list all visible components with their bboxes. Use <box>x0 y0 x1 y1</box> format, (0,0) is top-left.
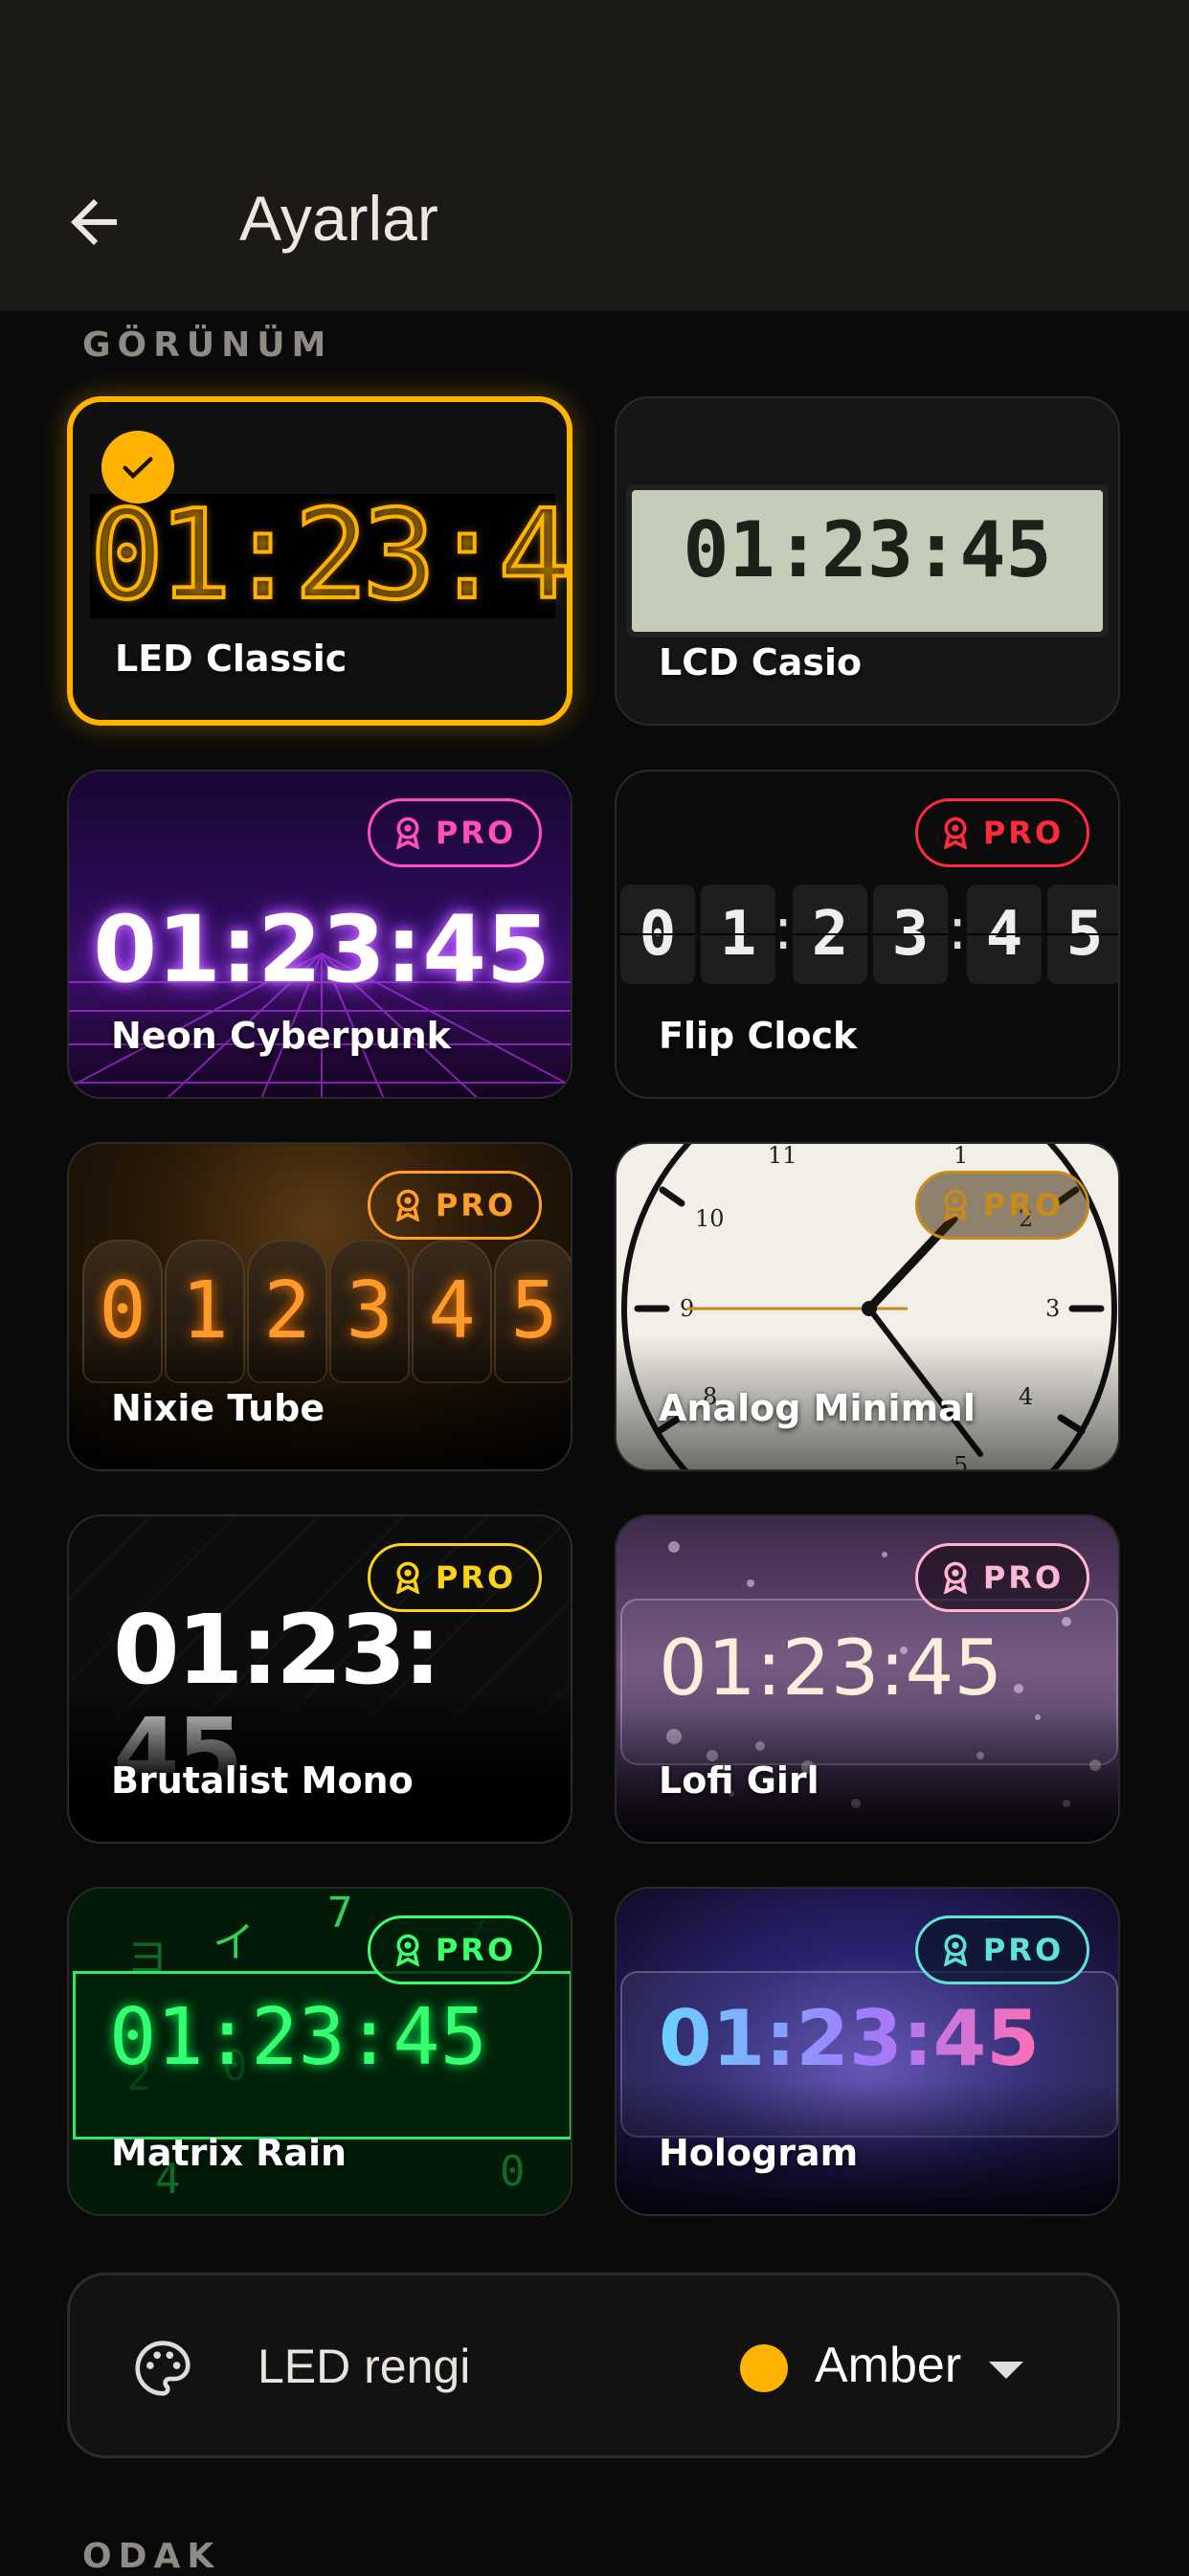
theme-card-brutalist-mono[interactable]: PRO 01:23: 45 Brutalist Mono <box>67 1514 572 1844</box>
theme-card-lcd-casio[interactable]: 01:23:45 LCD Casio <box>615 396 1120 726</box>
pro-text: PRO <box>435 1187 517 1223</box>
pro-text: PRO <box>982 815 1065 851</box>
lofi-time-display: 01:23:45 <box>659 1624 1003 1713</box>
dropdown-caret-icon[interactable] <box>989 2362 1023 2379</box>
award-icon <box>395 1561 419 1594</box>
color-swatch <box>740 2344 788 2392</box>
flip-digit: 3 <box>873 885 948 984</box>
selected-check-icon <box>101 431 174 504</box>
theme-card-label: LED Classic <box>115 638 348 680</box>
theme-card-hologram[interactable]: PRO 01:23:45 Hologram <box>615 1887 1120 2216</box>
theme-card-label: Brutalist Mono <box>111 1759 414 1802</box>
award-icon <box>395 1189 419 1221</box>
pro-badge: PRO <box>915 1171 1089 1240</box>
award-icon <box>395 817 419 849</box>
led-time-display: 01:23:45 <box>88 484 567 627</box>
theme-card-label: Lofi Girl <box>659 1759 819 1802</box>
palette-icon <box>135 2341 191 2396</box>
theme-card-analog-minimal[interactable]: 11 1 10 2 9 3 8 4 5 PRO Analog Minimal <box>615 1142 1120 1471</box>
flip-digit: 1 <box>701 885 775 984</box>
flip-digit: 0 <box>620 885 695 984</box>
theme-card-label: Matrix Rain <box>111 2132 348 2174</box>
flip-colon: : <box>774 896 794 963</box>
led-color-selector[interactable]: LED rengi Amber <box>67 2273 1120 2458</box>
pro-badge: PRO <box>368 1543 542 1612</box>
pro-text: PRO <box>435 1559 517 1596</box>
theme-card-label: LCD Casio <box>659 641 863 683</box>
pro-badge: PRO <box>915 1915 1089 1984</box>
matrix-glyph: イ <box>213 1918 255 1967</box>
pro-text: PRO <box>982 1187 1065 1223</box>
led-color-value[interactable]: Amber <box>815 2337 961 2394</box>
clock-number: 11 <box>768 1144 797 1169</box>
section-header-appearance: GÖRÜNÜM <box>82 325 333 365</box>
matrix-glyph: 0 <box>500 2147 526 2196</box>
lcd-time-display: 01:23:45 <box>683 505 1052 594</box>
award-icon <box>943 817 967 849</box>
theme-card-matrix-rain[interactable]: イ 7 ヨ ノ 2 0 4 0 PRO 01:23:45 Matrix Rain <box>67 1887 572 2216</box>
led-color-label: LED rengi <box>258 2340 471 2393</box>
theme-card-label: Analog Minimal <box>659 1387 976 1429</box>
clock-number: 1 <box>953 1144 968 1169</box>
pro-text: PRO <box>435 1932 517 1968</box>
clock-number: 10 <box>695 1205 725 1232</box>
app-bar: Ayarlar <box>0 0 1189 311</box>
theme-card-nixie-tube[interactable]: PRO 0 1 2 3 4 5 Nixie Tube <box>67 1142 572 1471</box>
flip-colon: : <box>948 896 968 963</box>
clock-number: 3 <box>1045 1295 1060 1322</box>
page-title: Ayarlar <box>239 183 438 254</box>
pro-text: PRO <box>982 1932 1065 1968</box>
theme-card-lofi-girl[interactable]: PRO 01:23:45 Lofi Girl <box>615 1514 1120 1844</box>
back-arrow-icon[interactable] <box>59 188 128 257</box>
theme-card-label: Neon Cyberpunk <box>111 1015 451 1057</box>
award-icon <box>943 1189 967 1221</box>
theme-card-led-classic[interactable]: 01:23:45 LED Classic <box>67 396 572 726</box>
theme-card-label: Nixie Tube <box>111 1387 325 1429</box>
neon-time-display: 01:23:45 <box>93 896 550 1003</box>
theme-card-label: Flip Clock <box>659 1015 858 1057</box>
matrix-glyph: 7 <box>327 1889 353 1938</box>
pro-badge: PRO <box>915 798 1089 867</box>
pro-text: PRO <box>982 1559 1065 1596</box>
award-icon <box>943 1934 967 1966</box>
hologram-time-display: 01:23:45 <box>659 1994 1040 2083</box>
section-header-focus: ODAK <box>82 2537 221 2576</box>
flip-digit: 4 <box>967 885 1042 984</box>
pro-badge: PRO <box>915 1543 1089 1612</box>
flip-digit: 2 <box>793 885 867 984</box>
award-icon <box>943 1561 967 1594</box>
pro-badge: PRO <box>368 1915 542 1984</box>
theme-card-label: Hologram <box>659 2132 859 2174</box>
flip-digit: 5 <box>1047 885 1118 984</box>
theme-card-neon-cyberpunk[interactable]: PRO 01:23:45 Neon Cyberpunk <box>67 770 572 1099</box>
pro-badge: PRO <box>368 798 542 867</box>
pro-badge: PRO <box>368 1171 542 1240</box>
theme-card-flip-clock[interactable]: PRO 0 1 : 2 3 : 4 5 Flip Clock <box>615 770 1120 1099</box>
award-icon <box>395 1934 419 1966</box>
matrix-time-display: 01:23:45 <box>109 1992 487 2083</box>
pro-text: PRO <box>435 815 517 851</box>
brutalist-time-line1: 01:23: <box>113 1594 441 1706</box>
